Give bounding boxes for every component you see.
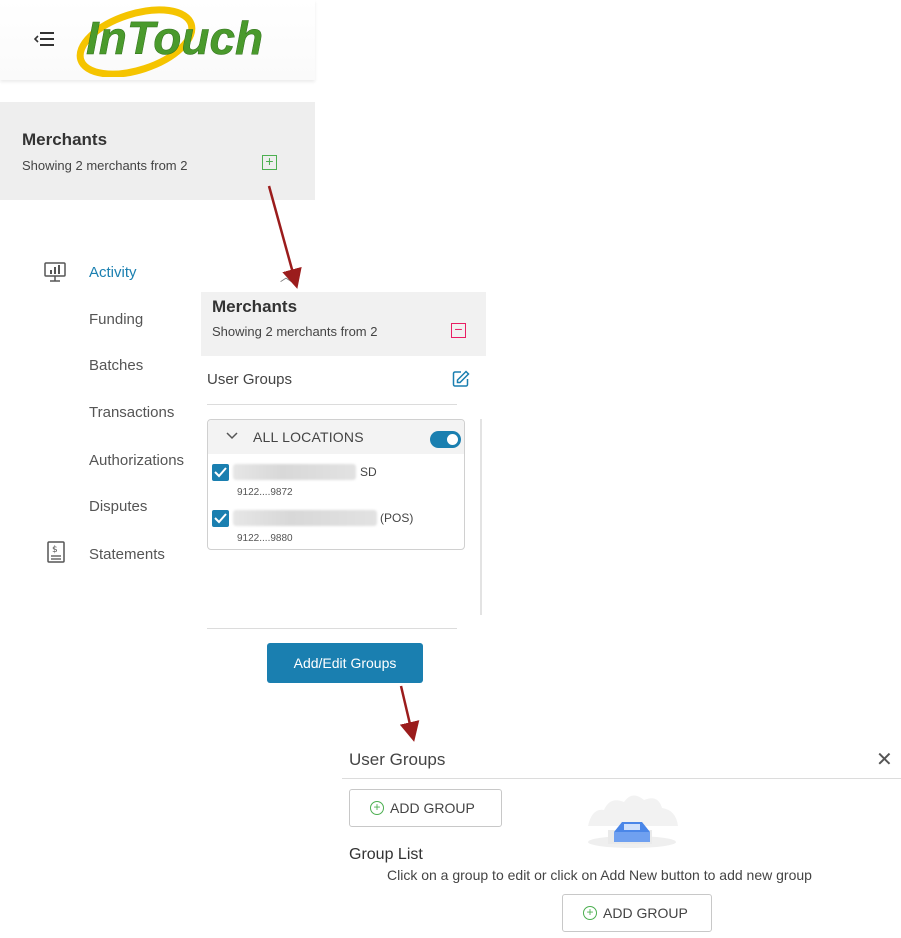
nav-activity[interactable]: Activity <box>89 264 137 281</box>
intouch-logo: InTouch <box>74 2 289 78</box>
redacted-location-name <box>233 464 356 480</box>
divider <box>207 404 457 405</box>
edit-icon[interactable] <box>452 370 470 388</box>
redacted-location-name <box>233 510 377 526</box>
empty-state-illustration <box>578 790 686 852</box>
group-list-title: Group List <box>349 846 423 863</box>
nav-disputes[interactable]: Disputes <box>89 498 147 515</box>
plus-circle-icon: + <box>583 906 597 920</box>
location-name-suffix: SD <box>360 465 377 479</box>
scrollbar[interactable] <box>480 419 482 615</box>
location-id: 9122....9872 <box>237 487 293 498</box>
group-list-description: Click on a group to edit or click on Add… <box>387 867 812 883</box>
divider <box>207 628 457 629</box>
add-edit-groups-button[interactable]: Add/Edit Groups <box>267 643 423 683</box>
location-id: 9122....9880 <box>237 533 293 544</box>
collapse-icon[interactable]: − <box>451 322 466 338</box>
svg-text:$: $ <box>52 545 58 555</box>
annotation-arrow <box>399 685 420 742</box>
location-group-title: ALL LOCATIONS <box>253 429 364 445</box>
menu-collapse-icon[interactable] <box>33 30 56 48</box>
nav-authorizations[interactable]: Authorizations <box>89 452 184 469</box>
divider <box>342 778 901 779</box>
nav-statements[interactable]: Statements <box>89 546 165 563</box>
nav-transactions[interactable]: Transactions <box>89 404 174 421</box>
nav-funding[interactable]: Funding <box>89 311 143 328</box>
location-group-toggle[interactable] <box>430 431 461 448</box>
modal-title: User Groups <box>349 750 446 769</box>
location-checkbox[interactable] <box>212 464 229 481</box>
svg-text:InTouch: InTouch <box>86 12 263 64</box>
nav-batches[interactable]: Batches <box>89 357 143 374</box>
plus-circle-icon: + <box>370 801 384 815</box>
statement-icon: $ <box>47 541 65 568</box>
location-checkbox[interactable] <box>212 510 229 527</box>
merchants-header <box>0 102 315 200</box>
chevron-down-icon[interactable] <box>226 428 238 443</box>
add-group-button-bottom[interactable]: + ADD GROUP <box>562 894 712 932</box>
add-group-label: ADD GROUP <box>390 800 475 816</box>
location-name-suffix: (POS) <box>380 511 414 525</box>
add-group-button[interactable]: + ADD GROUP <box>349 789 502 827</box>
merchants-title: Merchants <box>22 130 108 149</box>
expand-icon[interactable]: + <box>262 154 277 170</box>
merchant-panel-title: Merchants <box>212 297 298 316</box>
merchant-panel-count: Showing 2 merchants from 2 <box>212 324 378 339</box>
add-group-label: ADD GROUP <box>603 905 688 921</box>
user-groups-label: User Groups <box>207 371 293 388</box>
merchants-count: Showing 2 merchants from 2 <box>22 158 188 173</box>
close-icon[interactable]: ✕ <box>876 750 893 770</box>
chevron-up-icon[interactable]: ︿ <box>280 268 292 285</box>
monitor-chart-icon <box>44 261 66 288</box>
